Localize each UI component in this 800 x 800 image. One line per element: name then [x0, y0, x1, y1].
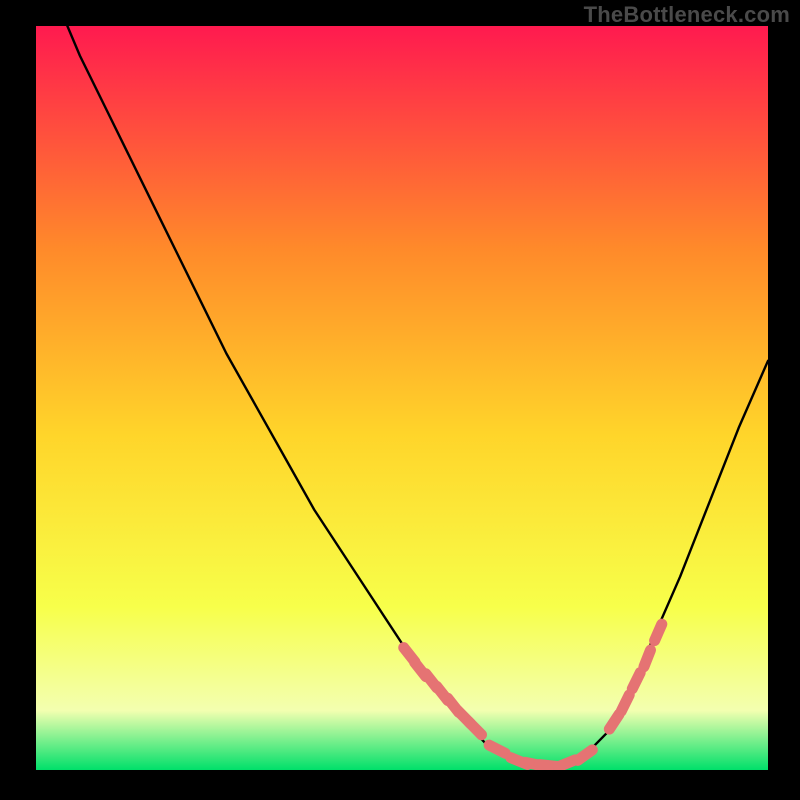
curve-marker	[655, 624, 662, 641]
curve-marker	[644, 650, 651, 667]
chart-frame: TheBottleneck.com	[0, 0, 800, 800]
watermark-text: TheBottleneck.com	[584, 2, 790, 28]
bottleneck-plot-svg	[36, 26, 768, 770]
curve-marker	[632, 673, 640, 689]
curve-marker	[621, 695, 629, 711]
plot-area	[36, 26, 768, 770]
gradient-background	[36, 26, 768, 770]
curve-marker	[489, 745, 505, 753]
